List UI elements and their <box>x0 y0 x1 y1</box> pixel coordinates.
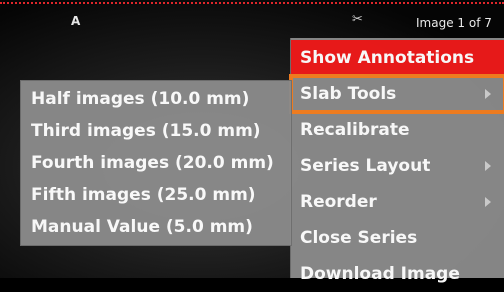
chevron-right-icon <box>485 197 491 207</box>
menu-item-label: Slab Tools <box>300 84 397 104</box>
menu-item-label: Recalibrate <box>300 120 410 140</box>
slab-option-third[interactable]: Third images (15.0 mm) <box>21 115 291 147</box>
menu-item-label: Reorder <box>300 192 377 212</box>
active-viewport-border <box>0 2 504 4</box>
submenu-item-label: Fourth images (20.0 mm) <box>31 153 274 173</box>
context-menu: Show Annotations Slab Tools Recalibrate … <box>289 38 504 284</box>
scissors-icon: ✂ <box>352 12 363 27</box>
slab-option-manual[interactable]: Manual Value (5.0 mm) <box>21 211 291 243</box>
menu-item-label: Download Image <box>300 264 460 284</box>
menu-item-recalibrate[interactable]: Recalibrate <box>291 112 504 148</box>
chevron-right-icon <box>485 89 491 99</box>
submenu-item-label: Third images (15.0 mm) <box>31 121 261 141</box>
orientation-label: A <box>71 14 81 28</box>
menu-item-series-layout[interactable]: Series Layout <box>291 148 504 184</box>
submenu-item-label: Fifth images (25.0 mm) <box>31 185 256 205</box>
submenu-item-label: Manual Value (5.0 mm) <box>31 217 253 237</box>
menu-item-label: Series Layout <box>300 156 431 176</box>
menu-item-show-annotations[interactable]: Show Annotations <box>291 40 504 76</box>
slab-option-half[interactable]: Half images (10.0 mm) <box>21 83 291 115</box>
submenu-item-label: Half images (10.0 mm) <box>31 89 250 109</box>
menu-item-label: Close Series <box>300 228 418 248</box>
slab-tools-submenu: Half images (10.0 mm) Third images (15.0… <box>20 80 292 246</box>
slab-option-fifth[interactable]: Fifth images (25.0 mm) <box>21 179 291 211</box>
menu-item-download-image[interactable]: Download Image <box>291 256 504 292</box>
menu-item-slab-tools[interactable]: Slab Tools <box>289 74 504 114</box>
menu-item-close-series[interactable]: Close Series <box>291 220 504 256</box>
chevron-right-icon <box>485 161 491 171</box>
slab-option-fourth[interactable]: Fourth images (20.0 mm) <box>21 147 291 179</box>
menu-item-reorder[interactable]: Reorder <box>291 184 504 220</box>
menu-item-label: Show Annotations <box>300 48 475 68</box>
image-counter: Image 1 of 7 <box>416 16 492 30</box>
